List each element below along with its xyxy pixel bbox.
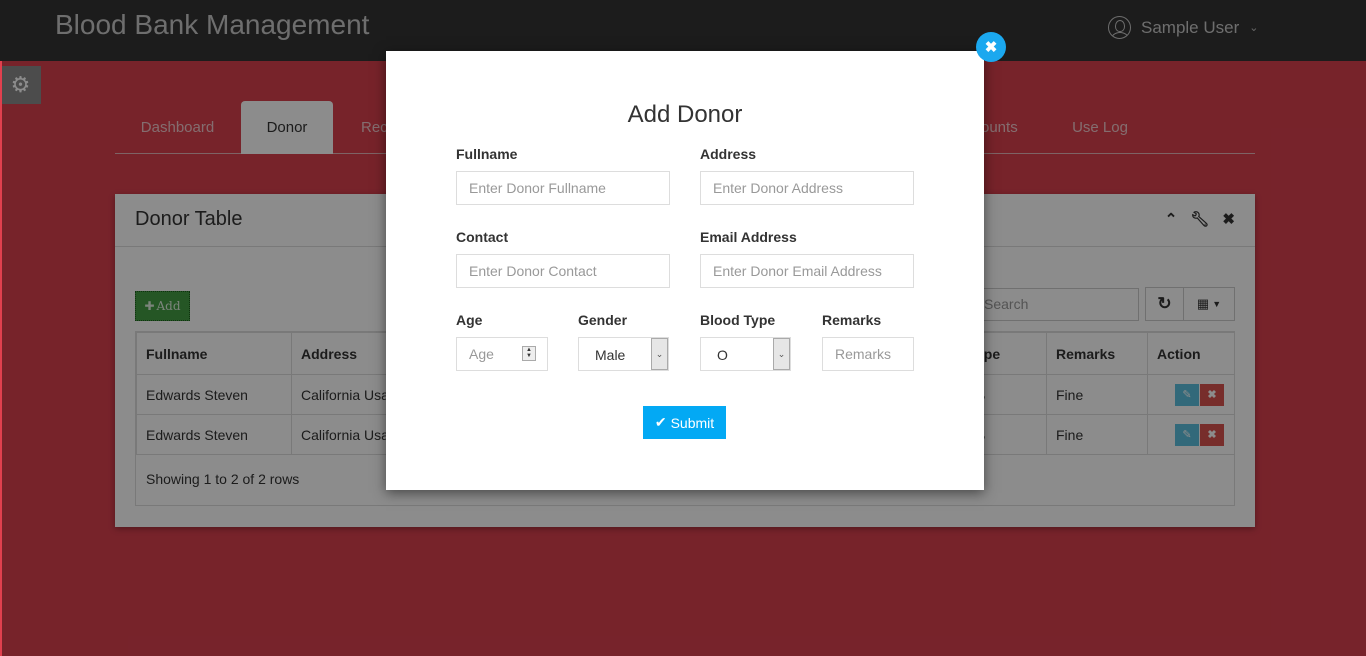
submit-button[interactable]: ✔ Submit (643, 406, 726, 439)
gender-selected: Male (595, 347, 626, 363)
chevron-down-icon: ⌄ (651, 338, 668, 370)
gender-label: Gender (578, 312, 628, 328)
close-x-icon: ✖ (984, 39, 998, 56)
age-field: ▲▼ (456, 337, 548, 371)
submit-label: Submit (670, 414, 715, 431)
remarks-label: Remarks (822, 312, 882, 328)
age-spinner[interactable]: ▲ ▼ (522, 346, 536, 361)
modal-title: Add Donor (627, 101, 743, 128)
blood-type-select[interactable]: O ⌄ (700, 337, 791, 371)
age-label: Age (456, 312, 483, 328)
remarks-input[interactable] (822, 337, 914, 371)
contact-input[interactable] (456, 254, 670, 288)
fullname-input[interactable] (456, 171, 670, 205)
email-input[interactable] (700, 254, 914, 288)
gender-select[interactable]: Male ⌄ (578, 337, 669, 371)
chevron-down-icon: ⌄ (773, 338, 790, 370)
address-label: Address (700, 146, 757, 162)
add-donor-modal: Add Donor Fullname Address Contact Email… (386, 51, 984, 490)
email-label: Email Address (700, 229, 797, 245)
blood-type-selected: O (717, 347, 728, 363)
page-left-edge (0, 61, 2, 656)
checkmark-icon: ✔ (654, 414, 667, 430)
fullname-label: Fullname (456, 146, 518, 162)
address-input[interactable] (700, 171, 914, 205)
contact-label: Contact (456, 229, 509, 245)
modal-close-button[interactable]: ✖ (976, 32, 1006, 62)
blood-type-label: Blood Type (700, 312, 776, 328)
